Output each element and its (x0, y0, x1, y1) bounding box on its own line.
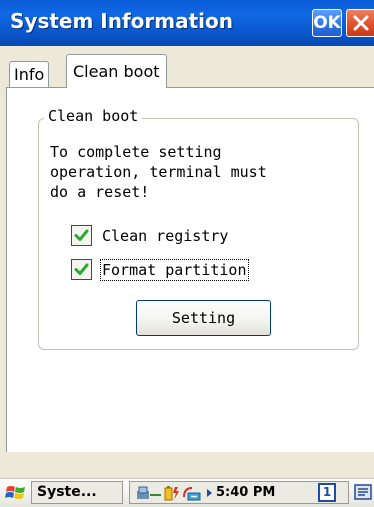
taskbar-task-system-information[interactable]: Syste... (31, 481, 123, 504)
keyboard-icon[interactable] (354, 483, 372, 501)
network-icon[interactable] (136, 485, 162, 501)
tab-clean-boot[interactable]: Clean boot (66, 54, 167, 88)
check-icon (74, 229, 89, 241)
system-tray: 5:40 PM 1 (129, 481, 349, 504)
check-icon (74, 263, 89, 275)
ok-button[interactable]: OK (312, 9, 342, 37)
clock[interactable]: 5:40 PM (216, 482, 275, 503)
tab-info[interactable]: Info (9, 61, 50, 87)
desktop-number-indicator[interactable]: 1 (318, 483, 336, 502)
taskbar: Syste... 5:40 PM 1 (0, 478, 374, 507)
tab-strip-line (6, 87, 374, 88)
setting-button[interactable]: Setting (136, 300, 271, 336)
group-title: Clean boot (44, 107, 143, 125)
windows-start-icon[interactable] (5, 483, 27, 503)
usb-sync-icon[interactable] (182, 485, 204, 501)
window-title: System Information (10, 9, 233, 33)
clean-registry-checkbox[interactable] (71, 225, 92, 246)
format-partition-checkbox[interactable] (71, 259, 92, 280)
format-partition-label[interactable]: Format partition (100, 259, 249, 281)
reset-message: To complete setting operation, terminal … (50, 143, 267, 201)
tray-arrow-icon[interactable] (206, 488, 213, 498)
close-button[interactable] (346, 9, 374, 37)
close-icon (353, 15, 369, 31)
battery-icon[interactable] (163, 485, 181, 501)
title-bar: System Information OK (0, 0, 374, 46)
clean-registry-label[interactable]: Clean registry (102, 227, 228, 245)
